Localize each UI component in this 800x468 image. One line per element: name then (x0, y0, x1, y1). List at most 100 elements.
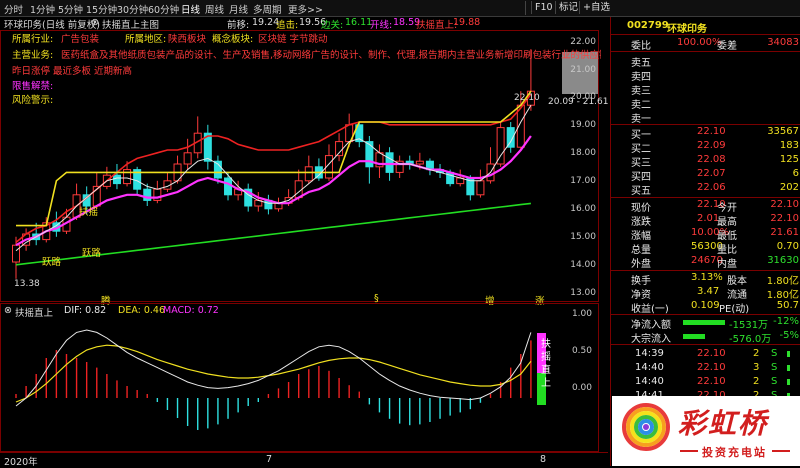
sub-chart-frame (0, 303, 599, 452)
sub-indicator-title[interactable]: 扶摇直上 (15, 305, 53, 319)
buy1-row[interactable]: 买一 22.10 33567 (611, 125, 800, 141)
f10-button[interactable]: F10 (531, 1, 556, 14)
weibi-row: 委比 100.00% 委差 34083 (611, 36, 800, 52)
tick-price: 22.10 (697, 348, 726, 359)
tab-1min[interactable]: 1分钟 (30, 2, 55, 16)
dif-line (15, 329, 532, 407)
stat-row: 外盘 24670 内盘 31630 (611, 254, 800, 270)
indicator-close-icon[interactable]: ⊗ (91, 17, 99, 28)
candle-body (112, 174, 121, 185)
divider (611, 51, 800, 52)
region-value: 陕西板块 (168, 34, 207, 45)
y-tick: 16.00 (570, 204, 596, 214)
business-label: 主营业务: (12, 50, 54, 61)
sell-label: 卖一 (631, 114, 651, 125)
candle-body (143, 188, 152, 201)
concept-value: 区块链 字节跳动 (258, 34, 328, 45)
stock-header: 002799 环球印务 (611, 19, 800, 35)
buy-price: 22.07 (697, 168, 726, 179)
tab-multi-period[interactable]: 多周期 (253, 2, 282, 16)
tab-60min[interactable]: 60分钟 (148, 2, 179, 16)
buy-price: 22.08 (697, 154, 726, 165)
candle-body (496, 127, 505, 165)
stat-value: 0.70 (776, 241, 799, 252)
date-axis: 2020年 7 8 (0, 452, 608, 468)
y-tick: 13.00 (570, 288, 596, 298)
period-toolbar: 分时 1分钟 5分钟 15分钟 30分钟 60分钟 日线 周线 月线 多周期 更… (0, 0, 800, 17)
tab-monthly[interactable]: 月线 (229, 2, 248, 16)
chase-label: 追击: (276, 20, 299, 31)
tick-time: 14:40 (635, 362, 664, 373)
flow-row: 大宗流入 -576.0万 -5% (611, 329, 800, 345)
tab-fenshi[interactable]: 分时 (4, 2, 23, 16)
buy5-row[interactable]: 买五 22.06 202 (611, 181, 800, 197)
flow-value: -576.0万 (729, 334, 772, 345)
candle-body (304, 166, 313, 182)
y-tick: 21.00 (570, 65, 596, 75)
tab-more[interactable]: 更多>> (288, 2, 323, 16)
signal-label-4: 跃路 (82, 248, 102, 259)
tick-marker (787, 379, 790, 385)
month-mark-7: 7 (266, 454, 273, 465)
stat-label: 收益(一) (631, 304, 669, 315)
macd-chart[interactable] (0, 303, 608, 453)
edge-label: 边关: (321, 20, 344, 31)
divider (611, 344, 800, 345)
vertical-char: 上 (541, 378, 551, 389)
sub-close-icon[interactable]: ⊗ (4, 305, 12, 316)
stock-name: 环球印务 (667, 24, 707, 35)
y-tick: 20.00 (570, 92, 596, 102)
tick-price: 22.10 (697, 362, 726, 373)
stat-row: 现价 22.10 今开 22.10 (611, 198, 800, 214)
buy-price: 22.10 (697, 126, 726, 137)
stat2-row: 净资 3.47 流通 1.80亿 (611, 285, 800, 301)
add-favorite-button[interactable]: +自选 (579, 1, 613, 14)
indicator-name[interactable]: 扶摇直上主图 (102, 17, 159, 31)
buy4-row[interactable]: 买四 22.07 6 (611, 167, 800, 183)
dea-label: DEA: 0.46 (118, 305, 166, 316)
tick-time: 14:40 (635, 376, 664, 387)
tick-marker (787, 365, 790, 371)
weibi-label: 委比 (631, 41, 651, 52)
business-value: 医药纸盒及其他纸质包装产品的设计、生产及销售,移动网络广告的设计、制作、代理,报… (61, 50, 601, 61)
buy2-row[interactable]: 买二 22.09 183 (611, 139, 800, 155)
weicha-label: 委差 (717, 41, 737, 52)
tab-30min[interactable]: 30分钟 (117, 2, 148, 16)
candle-body (476, 180, 485, 196)
flow-bar (683, 334, 705, 339)
open-line-label: 开线: (370, 20, 393, 31)
stock-code: 002799 (627, 20, 669, 31)
sub-y-tick: 0.50 (571, 346, 592, 356)
macd-svg (0, 303, 599, 452)
buy-volume: 6 (792, 168, 799, 179)
signal-label-1: 扶摇 (79, 207, 99, 218)
tick-side: S (771, 376, 778, 387)
buy-price: 22.06 (697, 182, 726, 193)
tick-volume: 2 (753, 376, 760, 387)
buy-volume: 202 (779, 182, 799, 193)
buy3-row[interactable]: 买三 22.08 125 (611, 153, 800, 169)
stat-label: 外盘 (631, 259, 651, 270)
y-tick: 17.00 (570, 176, 596, 186)
tab-daily[interactable]: 日线 (181, 2, 200, 16)
macd-label: MACD: 0.72 (163, 305, 219, 316)
sub-y-tick: 0.00 (571, 383, 592, 393)
tab-5min[interactable]: 5分钟 (58, 2, 83, 16)
y-tick: 19.00 (570, 120, 596, 130)
industry-value: 广告包装 (61, 34, 100, 45)
stat-value: 21.61 (770, 227, 799, 238)
vertical-signal-text: 扶 摇 直 上 (540, 338, 552, 390)
low-price-annotation: 13.38 (14, 279, 40, 289)
streak-label: 昨日涨停 最近多板 近期新高 (12, 66, 133, 77)
y-tick: 15.00 (570, 232, 596, 242)
candle-body (385, 152, 394, 173)
stat-value: 2.01 (697, 213, 720, 224)
tab-15min[interactable]: 15分钟 (86, 2, 117, 16)
mark-button[interactable]: 标记 (555, 1, 581, 14)
tab-weekly[interactable]: 周线 (205, 2, 224, 16)
tick-volume: 3 (753, 362, 760, 373)
stat-row: 总量 56300 量比 0.70 (611, 240, 800, 256)
flow-label: 大宗流入 (631, 334, 671, 345)
tick-side: S (771, 348, 778, 359)
tick-marker (787, 351, 790, 357)
